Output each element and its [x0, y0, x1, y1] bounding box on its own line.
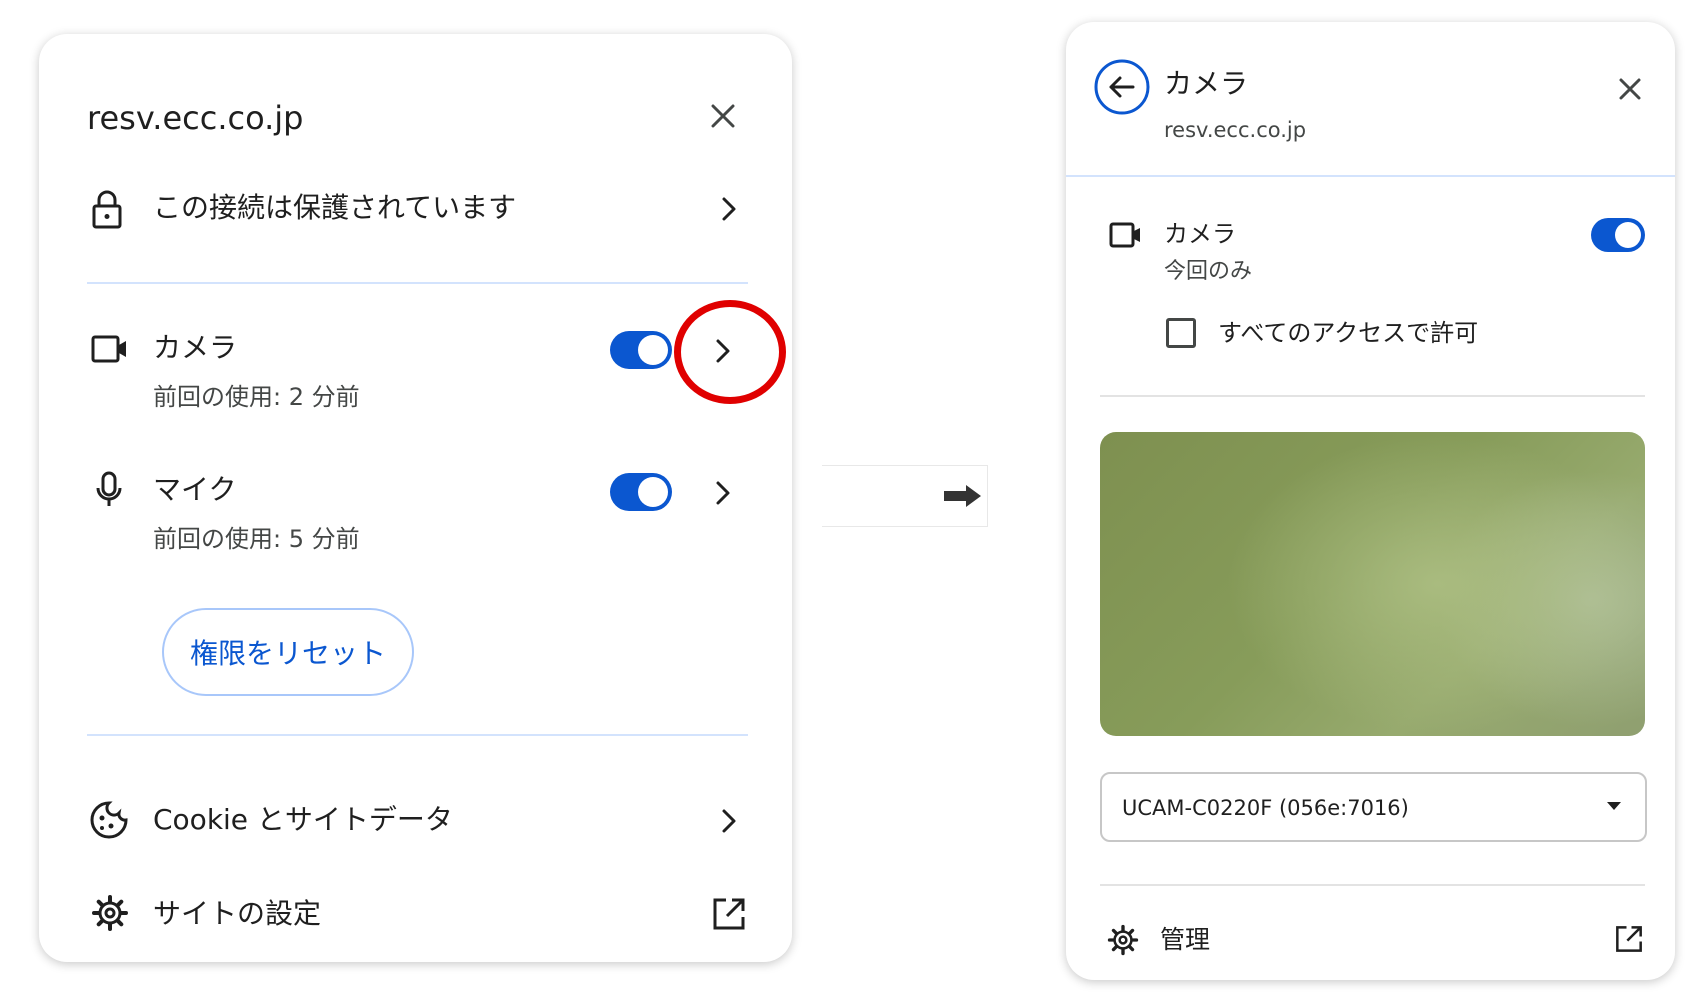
mic-icon [94, 470, 124, 510]
cookie-icon [89, 800, 129, 840]
reset-permissions-button[interactable]: 権限をリセット [162, 608, 414, 696]
manage-row[interactable]: 管理 [1066, 912, 1675, 972]
manage-label: 管理 [1160, 925, 1211, 954]
videocam-icon [91, 334, 129, 364]
camera-status: 今回のみ [1164, 259, 1253, 284]
device-name: UCAM-C0220F (056e:7016) [1122, 796, 1409, 820]
lock-icon [91, 190, 123, 230]
close-icon[interactable] [1618, 77, 1642, 101]
chevron-right-icon [719, 194, 739, 224]
site-title: resv.ecc.co.jp [87, 99, 304, 137]
panel-site: resv.ecc.co.jp [1164, 118, 1307, 142]
connection-row[interactable]: この接続は保護されています [39, 182, 792, 262]
open-in-new-icon [711, 896, 747, 932]
camera-last-used: 前回の使用: 2 分前 [153, 383, 360, 411]
divider [87, 282, 748, 284]
back-arrow-icon[interactable] [1093, 58, 1151, 116]
allow-all-label: すべてのアクセスで許可 [1218, 319, 1479, 347]
mic-label: マイク [153, 473, 237, 506]
highlight-circle [674, 300, 786, 404]
transition-box [822, 465, 988, 527]
divider [87, 734, 748, 736]
dropdown-arrow-icon [1606, 801, 1622, 811]
videocam-icon [1109, 222, 1143, 248]
mic-last-used: 前回の使用: 5 分前 [153, 525, 360, 553]
cookies-label: Cookie とサイトデータ [153, 803, 453, 836]
mic-toggle[interactable] [610, 473, 672, 511]
camera-preview [1100, 432, 1645, 736]
site-info-panel: resv.ecc.co.jp この接続は保護されています カメラ 前回の使用: … [39, 34, 792, 962]
right-arrow-icon [944, 483, 982, 509]
camera-device-select[interactable]: UCAM-C0220F (056e:7016) [1100, 772, 1647, 842]
gear-icon [1107, 924, 1139, 956]
allow-all-checkbox[interactable] [1166, 318, 1196, 348]
camera-detail-panel: カメラ resv.ecc.co.jp カメラ 今回のみ すべてのアクセスで許可 … [1066, 22, 1675, 980]
close-icon[interactable] [709, 102, 737, 130]
camera-label: カメラ [1164, 220, 1236, 248]
chevron-right-icon[interactable] [713, 478, 733, 508]
chevron-right-icon [719, 806, 739, 836]
site-settings-label: サイトの設定 [153, 897, 322, 930]
divider [1066, 175, 1675, 177]
camera-toggle[interactable] [610, 331, 672, 369]
connection-label: この接続は保護されています [153, 191, 517, 224]
divider [1100, 884, 1645, 886]
open-in-new-icon [1614, 924, 1644, 954]
divider [1100, 395, 1645, 397]
panel-title: カメラ [1164, 67, 1249, 100]
camera-toggle[interactable] [1591, 218, 1645, 252]
site-settings-row[interactable]: サイトの設定 [39, 890, 792, 950]
camera-label: カメラ [153, 331, 238, 364]
cookies-row[interactable]: Cookie とサイトデータ [39, 796, 792, 866]
gear-icon [91, 894, 129, 932]
